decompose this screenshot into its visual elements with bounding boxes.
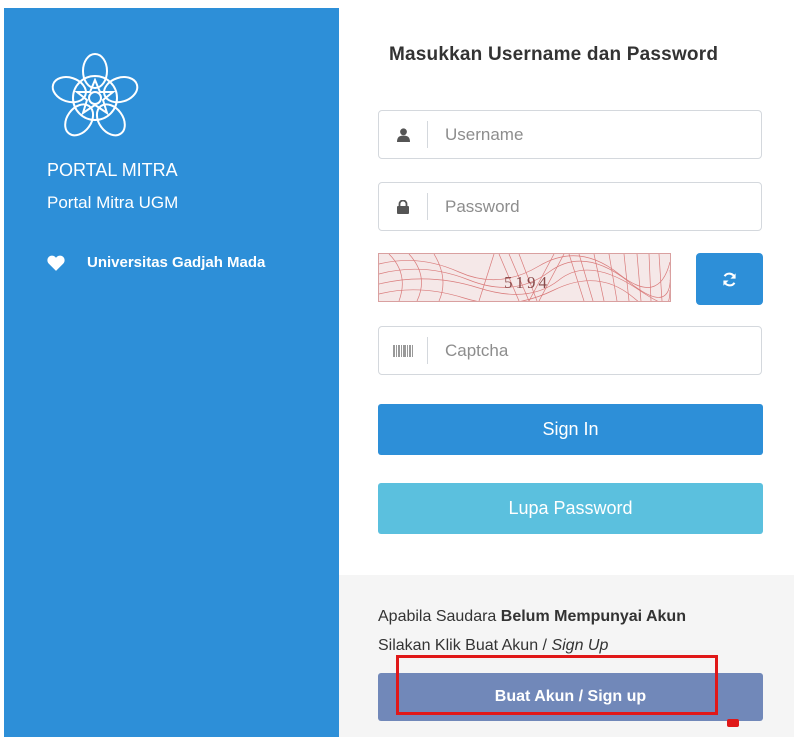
brand-title: PORTAL MITRA xyxy=(47,160,178,180)
password-input[interactable] xyxy=(428,182,761,231)
user-icon xyxy=(379,111,427,158)
footer-text-2: Silakan Klik Buat Akun / Sign Up xyxy=(378,637,608,655)
ugm-logo xyxy=(47,50,143,146)
refresh-icon xyxy=(723,272,736,286)
password-field-group xyxy=(378,182,762,231)
heart-icon xyxy=(47,255,65,271)
login-panel: Masukkan Username dan Password Username … xyxy=(339,0,794,737)
username-field-group xyxy=(378,110,762,159)
footer-text-1-bold: Belum Mempunyai Akun xyxy=(500,608,686,625)
sidebar-panel: PORTAL MITRA Portal Mitra UGM Universita… xyxy=(4,8,339,737)
highlight-annotation xyxy=(396,655,718,715)
barcode-icon xyxy=(379,327,427,374)
forgot-password-button[interactable]: Lupa Password xyxy=(378,483,763,534)
university-row: Universitas Gadjah Mada xyxy=(47,254,265,271)
footer-text-1-prefix: Apabila Saudara xyxy=(378,608,501,625)
footer-text-2-italic: Sign Up xyxy=(551,637,609,654)
highlight-annotation-mark xyxy=(727,719,739,727)
captcha-image: 5194 xyxy=(378,253,676,312)
sign-in-button[interactable]: Sign In xyxy=(378,404,763,455)
captcha-code: 5194 xyxy=(504,273,550,292)
footer-text-2-prefix: Silakan Klik Buat Akun / xyxy=(378,637,552,654)
refresh-captcha-button[interactable] xyxy=(696,253,763,305)
lock-icon xyxy=(379,183,427,230)
username-input[interactable] xyxy=(428,110,761,159)
brand-subtitle: Portal Mitra UGM xyxy=(47,193,179,212)
university-name: Universitas Gadjah Mada xyxy=(87,254,266,271)
footer-text-1: Apabila Saudara Belum Mempunyai Akun xyxy=(378,608,686,626)
captcha-field-group xyxy=(378,326,762,375)
login-heading: Masukkan Username dan Password xyxy=(389,44,719,65)
captcha-input[interactable] xyxy=(428,326,761,375)
